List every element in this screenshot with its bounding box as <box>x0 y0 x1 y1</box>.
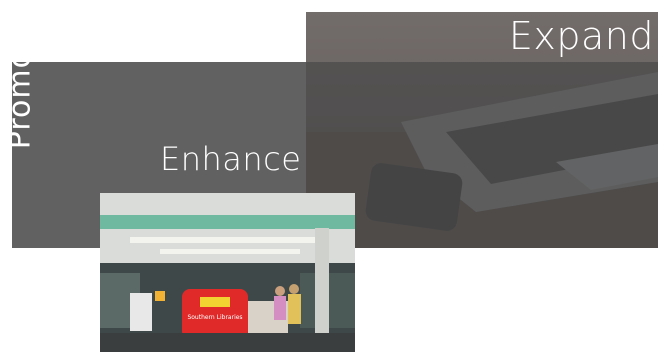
promote-label-wrapper: Promote <box>0 0 40 166</box>
collage-canvas: Expand Promote Enhance Southern Librarie… <box>0 0 658 352</box>
display-stand <box>130 293 152 331</box>
library-photo: Southern Libraries <box>100 193 355 352</box>
person-head <box>275 286 285 296</box>
ceiling-light-2 <box>160 249 300 254</box>
expand-label: Expand <box>508 14 654 58</box>
desk-logo <box>200 297 230 307</box>
person-body <box>274 296 286 320</box>
ceiling-beam <box>100 215 355 229</box>
promote-label: Promote <box>2 16 38 150</box>
library-illustration: Southern Libraries <box>100 193 355 352</box>
ceiling-light <box>130 237 320 243</box>
pillar <box>315 228 329 343</box>
floor <box>100 333 355 352</box>
desk-sign: Southern Libraries <box>187 314 242 321</box>
person-head-2 <box>289 284 299 294</box>
display-item <box>155 291 165 301</box>
enhance-label: Enhance <box>160 140 302 178</box>
person-body-2 <box>288 294 301 324</box>
